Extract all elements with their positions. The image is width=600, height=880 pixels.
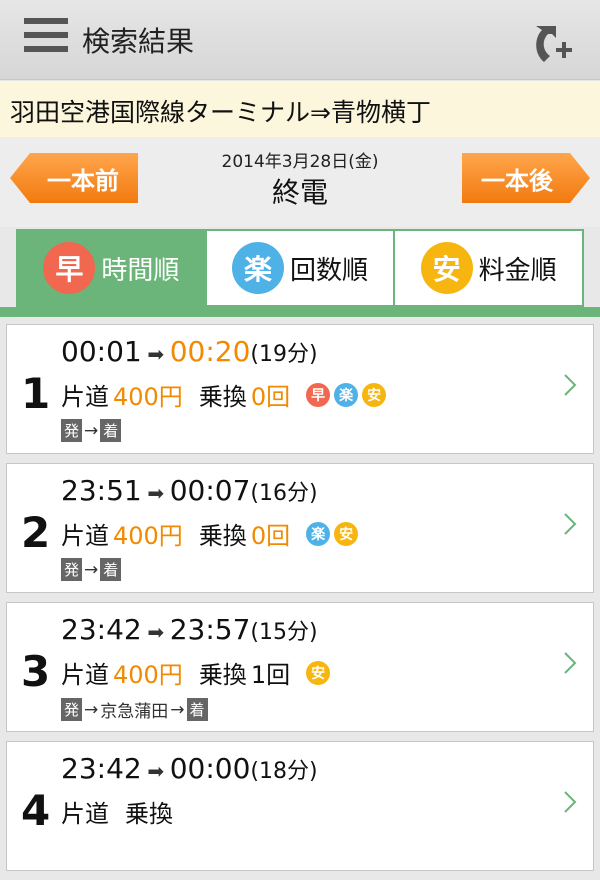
chevron-right-icon [564, 652, 577, 674]
add-route-icon[interactable] [528, 18, 578, 68]
chevron-right-icon [564, 791, 577, 813]
arrival-time: 00:20 [169, 335, 251, 368]
page-title: 検索結果 [82, 25, 195, 58]
route-path: 発 → 京急蒲田 → 着 [61, 697, 208, 722]
time-line: 23:42 ➡ 00:00(18分) [61, 752, 318, 785]
fast-badge-icon: 早 [306, 382, 331, 407]
duration: (15分) [250, 620, 318, 645]
tab-transfer-order[interactable]: 楽 回数順 [204, 231, 394, 305]
chevron-right-icon [564, 374, 577, 396]
duration: (16分) [250, 481, 318, 506]
time-line: 23:42 ➡ 23:57(15分) [61, 613, 318, 646]
tab-fare-order[interactable]: 安 料金順 [393, 231, 582, 305]
fare-label: 片道 [61, 661, 109, 689]
time-line: 23:51 ➡ 00:07(16分) [61, 474, 318, 507]
transfer-label: 乗換 [198, 383, 247, 411]
result-card[interactable]: 1 00:01 ➡ 00:20(19分) 片道 400円 乗換 0回 早 楽 安 発… [6, 324, 594, 454]
fare-value: 400円 [113, 383, 183, 411]
tab-underline [0, 307, 600, 317]
arrival-time: 00:07 [169, 474, 251, 507]
cheap-badge-icon: 安 [306, 660, 331, 685]
transfer-label: 乗換 [198, 661, 247, 689]
fare-value: 400円 [113, 661, 183, 689]
departure-tag: 発 [61, 558, 83, 581]
route-text: 羽田空港国際線ターミナル⇒青物横丁 [10, 98, 431, 127]
date-nav: 一本前 2014年3月28日(金) 終電 一本後 [0, 137, 600, 227]
transfer-station: 京急蒲田 [100, 702, 169, 722]
fast-badge-icon: 早 [43, 242, 96, 294]
easy-badge-icon: 楽 [232, 242, 284, 294]
departure-time: 23:42 [61, 613, 142, 646]
departure-time: 23:42 [61, 752, 142, 785]
route-path: 発 → 着 [61, 558, 122, 581]
info-line: 片道 乗換 [61, 794, 173, 829]
result-list: 1 00:01 ➡ 00:20(19分) 片道 400円 乗換 0回 早 楽 安 発… [6, 324, 594, 880]
fare-value: 400円 [113, 522, 183, 550]
transfer-label: 乗換 [125, 800, 173, 828]
next-train-button[interactable]: 一本後 [462, 153, 590, 203]
cheap-badge-icon: 安 [362, 382, 387, 407]
easy-badge-icon: 楽 [306, 521, 331, 546]
hamburger-icon[interactable] [24, 18, 68, 62]
easy-badge-icon: 楽 [334, 382, 359, 407]
info-line: 片道 400円 乗換 0回 楽 安 [61, 516, 359, 551]
result-card[interactable]: 3 23:42 ➡ 23:57(15分) 片道 400円 乗換 1回 安 発 → 京急蒲… [6, 602, 594, 732]
duration: (18分) [250, 759, 318, 784]
transfer-count: 0回 [250, 383, 291, 411]
result-rank: 4 [21, 786, 51, 835]
result-rank: 1 [21, 369, 51, 418]
path-arrow-icon: → [84, 699, 99, 720]
arrow-right-icon: ➡ [147, 342, 165, 366]
arrow-right-icon: ➡ [147, 620, 165, 644]
arrival-tag: 着 [100, 558, 122, 581]
path-arrow-icon: → [84, 559, 99, 580]
path-arrow-icon: → [84, 420, 99, 441]
duration: (19分) [250, 342, 318, 367]
fare-label: 片道 [61, 383, 109, 411]
time-line: 00:01 ➡ 00:20(19分) [61, 335, 318, 368]
route-path: 発 → 着 [61, 419, 122, 442]
tab-label: 料金順 [478, 255, 557, 286]
result-rank: 3 [21, 647, 51, 696]
arrival-time: 23:57 [169, 613, 251, 646]
arrow-right-icon: ➡ [147, 481, 165, 505]
transfer-count: 1回 [250, 661, 291, 689]
result-card[interactable]: 4 23:42 ➡ 00:00(18分) 片道 乗換 [6, 741, 594, 871]
cheap-badge-icon: 安 [334, 521, 359, 546]
tab-label: 時間順 [101, 255, 180, 286]
departure-time: 00:01 [61, 335, 142, 368]
app-bar: 検索結果 [0, 0, 600, 80]
fare-label: 片道 [61, 522, 109, 550]
result-card[interactable]: 2 23:51 ➡ 00:07(16分) 片道 400円 乗換 0回 楽 安 発 → 着 [6, 463, 594, 593]
transfer-count: 0回 [250, 522, 291, 550]
arrival-tag: 着 [186, 698, 208, 721]
sort-tabs: 早 時間順 楽 回数順 安 料金順 [16, 229, 584, 307]
result-rank: 2 [21, 508, 51, 557]
departure-time: 23:51 [61, 474, 142, 507]
cheap-badge-icon: 安 [420, 242, 473, 294]
arrival-time: 00:00 [169, 752, 251, 785]
chevron-right-icon [564, 513, 577, 535]
tab-time-order[interactable]: 早 時間順 [18, 231, 205, 305]
departure-tag: 発 [61, 698, 83, 721]
path-arrow-icon: → [170, 699, 185, 720]
arrow-right-icon: ➡ [147, 759, 165, 783]
arrival-tag: 着 [100, 419, 122, 442]
fare-label: 片道 [61, 800, 109, 828]
tab-label: 回数順 [290, 255, 369, 286]
route-bar: 羽田空港国際線ターミナル⇒青物横丁 [0, 81, 600, 137]
info-line: 片道 400円 乗換 1回 安 [61, 655, 331, 690]
info-line: 片道 400円 乗換 0回 早 楽 安 [61, 377, 387, 412]
departure-tag: 発 [61, 419, 83, 442]
transfer-label: 乗換 [198, 522, 247, 550]
